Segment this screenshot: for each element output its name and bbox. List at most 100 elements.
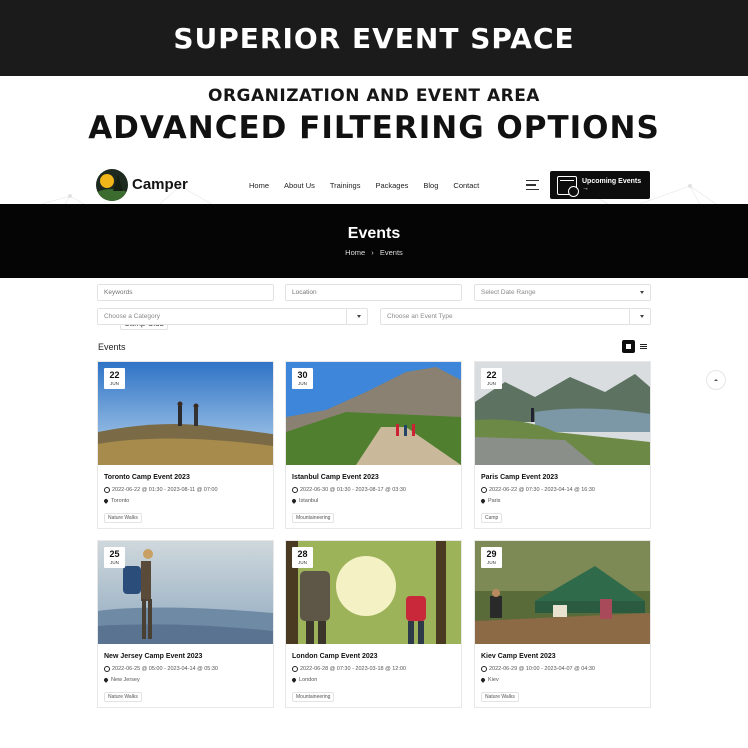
event-location-text: Toronto [111,498,130,504]
event-card[interactable]: 28 JUN London Camp Event 2023 2022-06-28… [285,540,462,708]
event-time: 2022-06-30 @ 01:30 - 2023-08-17 @ 03:30 [292,487,406,493]
event-day: 29 [486,549,497,559]
event-card[interactable]: 29 JUN Kiev Camp Event 2023 2022-06-29 @… [474,540,651,708]
event-title[interactable]: Toronto Camp Event 2023 [104,474,190,481]
event-card[interactable]: 22 JUN Paris Camp Event 2023 2022-06-22 … [474,361,651,529]
nav-packages[interactable]: Packages [375,181,408,190]
nav-about-us[interactable]: About Us [284,181,315,190]
location-pin-icon [480,498,486,504]
event-date-badge: 25 JUN [104,547,125,568]
clock-icon [104,487,110,493]
event-day: 30 [297,370,308,380]
main-nav: Home About Us Trainings Packages Blog Co… [249,181,494,190]
event-location: London [291,677,318,683]
event-category-tag[interactable]: Mountaineering [292,692,335,702]
event-category-tag[interactable]: Nature Walks [104,513,142,523]
scroll-top-button[interactable] [706,370,726,390]
event-month: JUN [487,381,496,386]
promo-subtitle: ORGANIZATION AND EVENT AREA [208,86,540,106]
breadcrumb-home[interactable]: Home [345,248,365,257]
event-day: 25 [109,549,120,559]
banner-title: SUPERIOR EVENT SPACE [173,21,575,55]
event-month: JUN [298,560,307,565]
clock-icon [481,487,487,493]
clock-icon [292,666,298,672]
event-title[interactable]: Istanbul Camp Event 2023 [292,474,379,481]
event-time-text: 2022-06-30 @ 01:30 - 2023-08-17 @ 03:30 [300,487,406,493]
upcoming-events-button[interactable]: Upcoming Events → [550,171,650,199]
event-date-badge: 22 JUN [481,368,502,389]
event-location-text: Istanbul [299,498,319,504]
location-input[interactable] [285,284,462,301]
event-title[interactable]: Kiev Camp Event 2023 [481,653,556,660]
event-month: JUN [110,381,119,386]
nav-blog[interactable]: Blog [423,181,438,190]
event-time-text: 2022-06-22 @ 01:30 - 2023-08-11 @ 07:00 [112,487,218,493]
location-pin-icon [103,677,109,683]
breadcrumb-current: Events [379,248,403,257]
event-month: JUN [298,381,307,386]
event-location: Kiev [480,677,499,683]
list-view-icon[interactable] [637,340,650,353]
promo-headline: ADVANCED FILTERING OPTIONS [88,110,660,146]
event-card[interactable]: 22 JUN Toronto Camp Event 2023 2022-06-2… [97,361,274,529]
event-location-text: New Jersey [111,677,140,683]
event-day: 28 [297,549,308,559]
event-title[interactable]: London Camp Event 2023 [292,653,378,660]
event-month: JUN [487,560,496,565]
page-title: Events [347,225,401,242]
site-logo[interactable]: Camper Camp Club [96,169,246,330]
event-location: New Jersey [103,677,140,683]
grid-view-icon[interactable] [622,340,635,353]
location-pin-icon [291,498,297,504]
breadcrumb-separator: › [371,248,374,257]
date-range-value: Select Date Range [481,289,536,296]
event-card[interactable]: 30 JUN Istanbul Camp Event 2023 2022-06-… [285,361,462,529]
event-date-badge: 28 JUN [292,547,313,568]
page-hero: Events Home › Events [0,204,748,278]
location-pin-icon [480,677,486,683]
event-day: 22 [486,370,497,380]
event-title[interactable]: New Jersey Camp Event 2023 [104,653,202,660]
event-time: 2022-06-22 @ 07:30 - 2023-04-14 @ 16:30 [481,487,595,493]
event-date-badge: 29 JUN [481,547,502,568]
event-time-text: 2022-06-25 @ 05:00 - 2023-04-14 @ 05:30 [112,666,218,672]
event-date-badge: 30 JUN [292,368,313,389]
top-banner: SUPERIOR EVENT SPACE [0,0,748,76]
event-location-text: Kiev [488,677,499,683]
event-day: 22 [109,370,120,380]
nav-contact[interactable]: Contact [453,181,479,190]
event-month: JUN [110,560,119,565]
event-title[interactable]: Paris Camp Event 2023 [481,474,558,481]
nav-trainings[interactable]: Trainings [330,181,361,190]
event-time-text: 2022-06-28 @ 07:30 - 2023-03-18 @ 12:00 [300,666,406,672]
category-select[interactable]: Choose a Category [97,308,368,325]
event-location-text: Paris [488,498,501,504]
clock-icon [104,666,110,672]
event-category-tag[interactable]: Nature Walks [104,692,142,702]
event-location-text: London [299,677,318,683]
category-value: Choose a Category [104,313,161,320]
upcoming-events-label: Upcoming Events → [581,178,642,192]
date-range-select[interactable]: Select Date Range [474,284,651,301]
event-category-tag[interactable]: Nature Walks [481,692,519,702]
event-time: 2022-06-28 @ 07:30 - 2023-03-18 @ 12:00 [292,666,406,672]
event-card[interactable]: 25 JUN New Jersey Camp Event 2023 2022-0… [97,540,274,708]
logo-name: Camper [132,176,188,193]
keywords-input[interactable] [97,284,274,301]
hamburger-menu-icon[interactable] [526,180,539,190]
event-location: Toronto [103,498,130,504]
event-category-tag[interactable]: Camp [481,513,503,523]
event-time-text: 2022-06-29 @ 10:00 - 2023-04-07 @ 04:30 [489,666,595,672]
nav-home[interactable]: Home [249,181,269,190]
events-section-title: Events [98,342,126,352]
location-pin-icon [103,498,109,504]
event-type-select[interactable]: Choose an Event Type [380,308,651,325]
event-time: 2022-06-29 @ 10:00 - 2023-04-07 @ 04:30 [481,666,595,672]
event-location: Paris [480,498,501,504]
event-time: 2022-06-25 @ 05:00 - 2023-04-14 @ 05:30 [104,666,218,672]
event-category-tag[interactable]: Mountaineering [292,513,335,523]
calendar-clock-icon [557,175,579,197]
clock-icon [292,487,298,493]
site-header: Camper Camp Club Home About Us Trainings… [96,166,652,330]
